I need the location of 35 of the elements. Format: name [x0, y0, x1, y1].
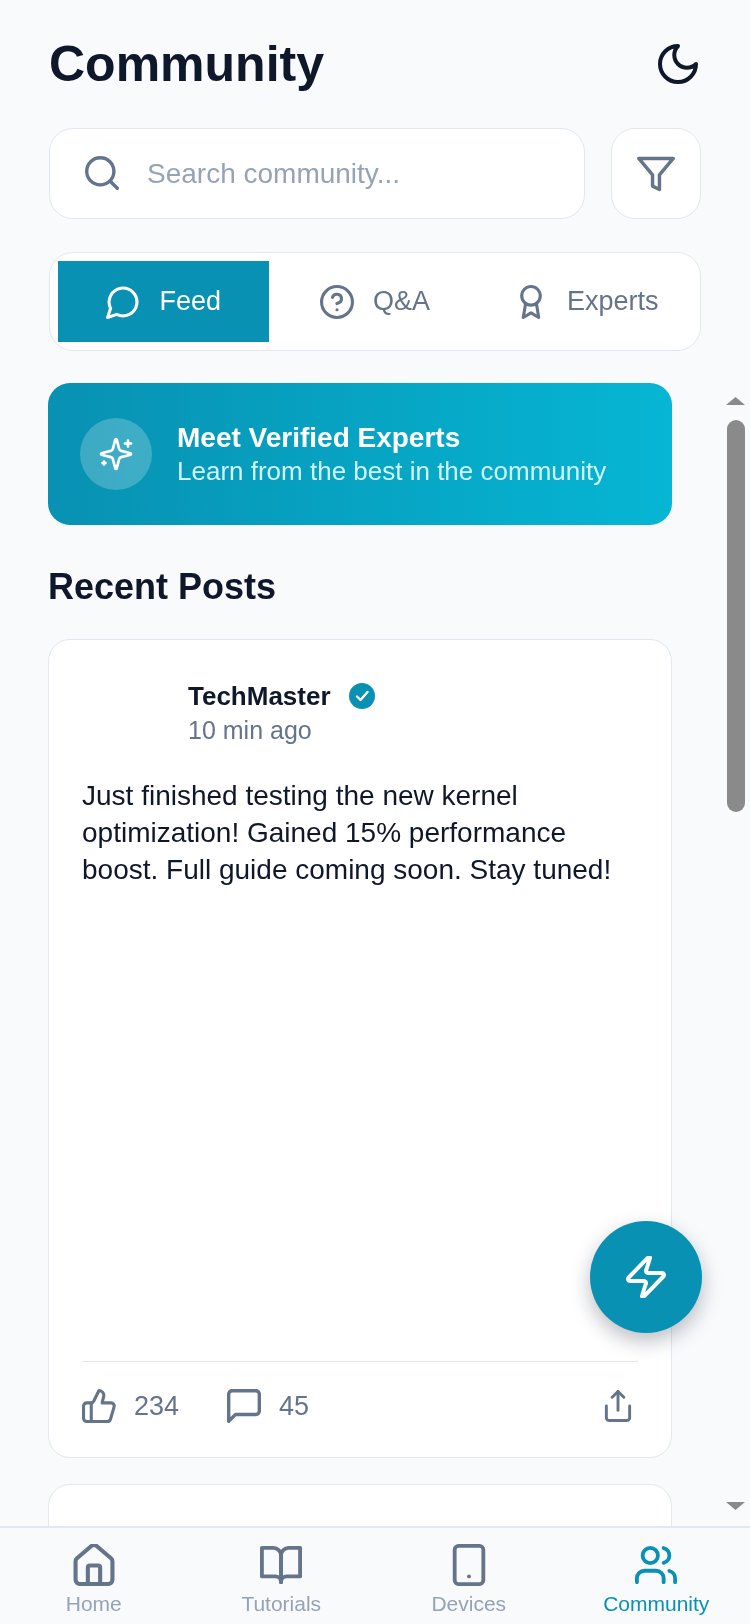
- filter-button[interactable]: [611, 128, 701, 219]
- tab[interactable]: Experts: [480, 261, 692, 342]
- nav-item[interactable]: Home: [0, 1528, 188, 1624]
- page-title: Community: [49, 35, 324, 94]
- home-icon: [72, 1544, 115, 1586]
- banner-title: Meet Verified Experts: [177, 421, 461, 455]
- post-text: Just finished testing the new kernel optimization! Gained 15% performance boost. Full guide coming soon. Stay tuned!: [82, 779, 613, 887]
- people-icon: [635, 1544, 678, 1586]
- share-icon[interactable]: [602, 1390, 634, 1422]
- question-circle-icon: [319, 284, 354, 319]
- like-button[interactable]: 234: [82, 1389, 180, 1423]
- speech-bubble-icon: [227, 1389, 262, 1423]
- lightning-icon: [625, 1256, 667, 1298]
- scrollbar-thumb[interactable]: [726, 420, 745, 812]
- author-name: TechMaster: [188, 680, 331, 712]
- experts-banner[interactable]: Meet Verified Experts Learn from the best in the community: [48, 383, 672, 525]
- scroll-up-arrow-icon[interactable]: [726, 397, 745, 405]
- post-time: 10 min ago: [188, 715, 312, 745]
- tab[interactable]: Q&A: [269, 261, 481, 342]
- filter-icon: [637, 154, 675, 193]
- moon-icon[interactable]: [658, 44, 698, 84]
- nav-item[interactable]: Devices: [375, 1528, 563, 1624]
- book-icon: [260, 1544, 303, 1586]
- search-icon: [85, 156, 119, 190]
- sparkle-icon: [80, 418, 152, 490]
- chat-bubble-icon: [106, 284, 141, 319]
- scroll-down-arrow-icon[interactable]: [726, 1502, 745, 1510]
- banner-subtitle: Learn from the best in the community: [177, 455, 607, 487]
- section-title: Recent Posts: [48, 565, 277, 609]
- tab[interactable]: Feed: [58, 261, 270, 342]
- nav-item[interactable]: Community: [562, 1528, 750, 1624]
- nav-item[interactable]: Tutorials: [187, 1528, 375, 1624]
- search-field[interactable]: Search community...: [49, 128, 585, 219]
- comment-button[interactable]: 45: [227, 1389, 310, 1423]
- thumbs-up-icon: [82, 1389, 116, 1423]
